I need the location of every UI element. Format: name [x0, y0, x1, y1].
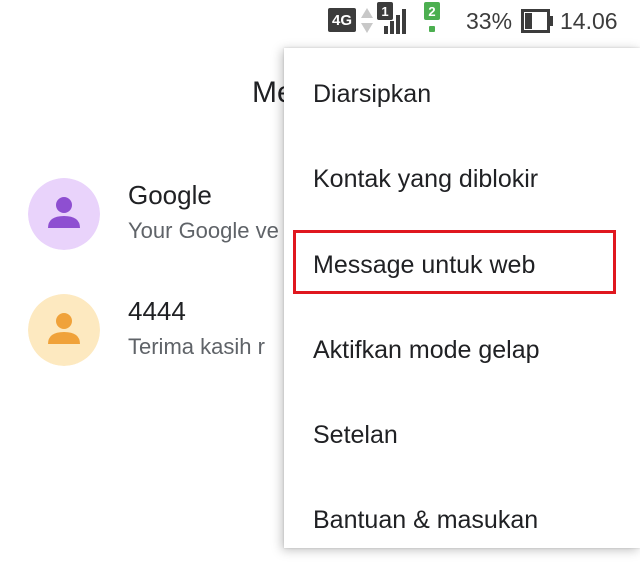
- person-icon: [28, 294, 100, 366]
- conversation-snippet: Terima kasih r: [128, 334, 265, 359]
- person-icon: [28, 178, 100, 250]
- data-arrows-icon: [361, 8, 373, 33]
- sim2-badge: 2: [424, 2, 440, 20]
- menu-item-dark-mode[interactable]: Aktifkan mode gelap: [284, 307, 640, 393]
- battery-percent: 33%: [466, 8, 513, 34]
- overflow-menu: Diarsipkan Kontak yang diblokir Message …: [284, 48, 640, 548]
- status-bar: 4G 1 2 33% 14.06: [0, 0, 640, 44]
- avatar: [28, 178, 100, 250]
- menu-item-settings[interactable]: Setelan: [284, 392, 640, 478]
- sim1-badge: 1: [377, 2, 393, 20]
- clock: 14.06: [560, 8, 618, 34]
- conversation-name: 4444: [128, 296, 186, 326]
- avatar: [28, 294, 100, 366]
- network-4g-icon: 4G: [328, 8, 356, 32]
- menu-item-messages-for-web[interactable]: Message untuk web: [284, 222, 640, 308]
- battery-icon: [521, 9, 553, 33]
- menu-item-help-feedback[interactable]: Bantuan & masukan: [284, 477, 640, 563]
- menu-item-blocked-contacts[interactable]: Kontak yang diblokir: [284, 136, 640, 222]
- conversation-snippet: Your Google ve: [128, 218, 279, 243]
- conversation-name: Google: [128, 180, 212, 210]
- sim2-signal-dot: [429, 26, 435, 32]
- menu-item-archived[interactable]: Diarsipkan: [284, 51, 640, 137]
